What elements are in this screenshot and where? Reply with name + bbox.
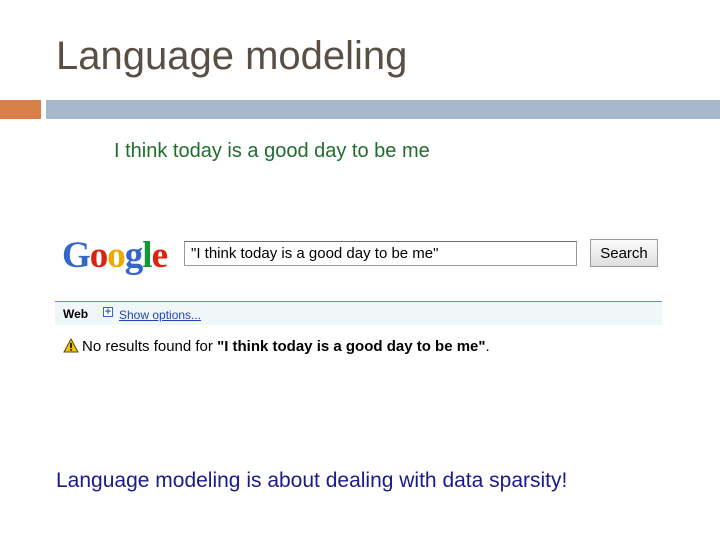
logo-letter: g [124,235,143,276]
no-results-query: "I think today is a good day to be me" [217,338,486,355]
show-options-link[interactable]: Show options... [119,308,201,322]
warning-triangle-icon [63,338,79,353]
no-results-suffix: . [485,338,490,355]
accent-bar-blue [46,100,720,119]
slide-title: Language modeling [56,34,408,78]
no-results-prefix: No results found for [82,338,218,355]
example-sentence: I think today is a good day to be me [114,140,430,162]
no-results-message: No results found for "I think today is a… [82,338,490,355]
logo-letter: o [107,235,125,276]
plus-icon[interactable]: + [103,307,113,318]
search-button[interactable]: Search [590,239,658,267]
search-input[interactable] [184,241,577,266]
logo-letter: G [62,235,91,276]
accent-bar-orange [0,100,41,119]
google-logo: Google [62,234,168,277]
conclusion-text: Language modeling is about dealing with … [56,469,568,492]
logo-letter: e [151,235,168,276]
results-bar: Web + Show options... [55,301,662,325]
web-tab[interactable]: Web [63,307,88,321]
logo-letter: l [142,235,152,276]
logo-letter: o [89,235,108,276]
